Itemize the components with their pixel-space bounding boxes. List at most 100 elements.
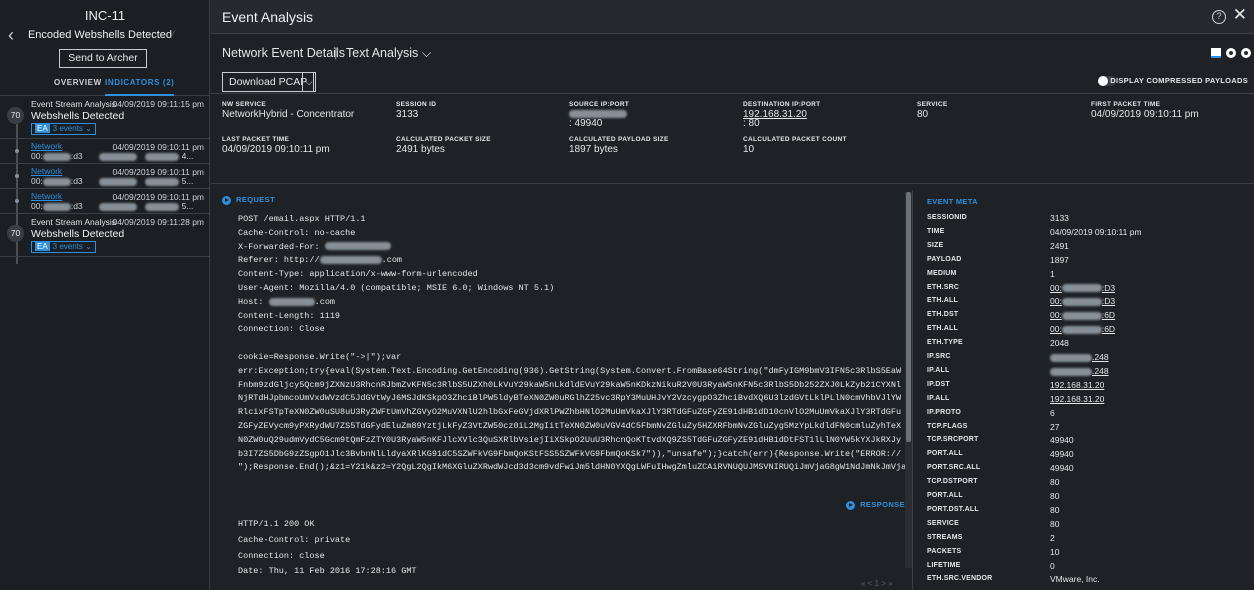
download-pcap-button[interactable]: Download PCAP	[222, 72, 315, 92]
meta-value[interactable]: 00::D3	[1050, 283, 1115, 293]
summary-destination: DESTINATION IP:PORT 192.168.31.20 : 80	[743, 101, 821, 129]
risk-score-badge: 70	[7, 107, 24, 124]
request-payload: POST /email.aspx HTTP/1.1 Cache-Control:…	[238, 213, 910, 475]
meta-row: STREAMS 2	[927, 532, 1247, 548]
network-event-details-link[interactable]: Network Event Details	[222, 46, 345, 60]
meta-row: ETH.TYPE 2048	[927, 338, 1247, 353]
network-detail: 00::d3 4...	[31, 151, 194, 161]
incident-title: INC-11	[84, 8, 126, 23]
meta-row: SESSIONID 3133	[927, 213, 1247, 228]
response-line: HTTP/1.1 200 OK	[238, 519, 315, 529]
meta-value: 10	[1050, 546, 1060, 557]
meta-row: MEDIUM 1	[927, 269, 1247, 284]
meta-key: ETH.ALL	[927, 325, 958, 333]
meta-value[interactable]: 00::6D	[1050, 324, 1115, 334]
network-event-item[interactable]: Network 04/09/2019 09:10:11 pm 00::d3 5.…	[0, 189, 210, 214]
meta-value: 80	[1050, 491, 1060, 501]
indicator-source: Event Stream Analysis	[31, 217, 117, 227]
request-body: err:Exception;try{eval(System.Text.Encod…	[238, 365, 902, 459]
request-line: User-Agent: Mozilla/4.0 (compatible; MSI…	[238, 282, 555, 293]
network-event-item[interactable]: Network 04/09/2019 09:10:11 pm 00::d3 4.…	[0, 139, 210, 164]
text-view-icon[interactable]	[1211, 48, 1221, 58]
meta-row: ETH.SRC 00::D3	[927, 283, 1247, 298]
meta-value[interactable]: 192.168.31.20	[1050, 380, 1104, 390]
request-line: Referer: http://.com	[238, 255, 403, 266]
tab-indicators[interactable]: INDICATORS (2)	[105, 78, 175, 96]
meta-row: PORT.ALL 80	[927, 491, 1247, 506]
tab-overview[interactable]: OVERVIEW	[54, 78, 102, 96]
meta-key: ETH.SRC	[927, 283, 960, 291]
response-payload: HTTP/1.1 200 OK Cache-Control: private C…	[238, 517, 417, 580]
meta-key: PACKETS	[927, 547, 962, 555]
help-icon[interactable]: ?	[1212, 10, 1226, 24]
close-icon[interactable]: ✕	[1233, 5, 1247, 25]
event-analysis-panel: Event Analysis ? ✕ Network Event Details…	[211, 0, 1254, 590]
meta-value: 80	[1050, 518, 1060, 529]
event-meta-pane: EVENT META SESSIONID 3133 TIME 04/09/2019 0…	[914, 190, 1254, 590]
meta-value: 2491	[1050, 240, 1069, 251]
download-options-caret[interactable]: ⌵	[302, 72, 316, 92]
payload-scrollbar[interactable]	[905, 192, 912, 568]
network-event-item[interactable]: Network 04/09/2019 09:10:11 pm 00::d3 5.…	[0, 164, 210, 189]
response-line: Date: Thu, 11 Feb 2016 17:28:16 GMT	[238, 566, 417, 577]
summary-session-id: SESSION ID 3133	[396, 101, 437, 120]
ea-tag: EA	[35, 242, 50, 251]
response-arrow-icon	[846, 500, 856, 510]
network-link[interactable]: Network	[31, 166, 62, 176]
meta-key: SERVICE	[927, 519, 960, 527]
meta-value[interactable]: 00::6D	[1050, 310, 1115, 320]
meta-key: IP.ALL	[927, 366, 950, 374]
meta-value[interactable]: 00::D3	[1050, 296, 1115, 306]
send-to-archer-button[interactable]: Send to Archer	[59, 49, 147, 68]
incident-header: ‹ INC-11 Encoded Webshells Detected ⁄ Se…	[0, 0, 209, 96]
meta-key: LIFETIME	[927, 561, 961, 569]
meta-key: TCP.DSTPORT	[927, 478, 978, 486]
meta-value[interactable]: .248	[1050, 352, 1109, 362]
network-link[interactable]: Network	[31, 191, 62, 201]
meta-row: IP.ALL .248	[927, 366, 1247, 381]
indicator-item[interactable]: 70 Event Stream Analysis 04/09/2019 09:1…	[0, 96, 210, 139]
scroll-thumb[interactable]	[906, 192, 911, 442]
edit-pencil-icon[interactable]: ⁄	[172, 29, 174, 41]
summary-first-packet: FIRST PACKET TIME 04/09/2019 09:10:11 pm	[1091, 101, 1199, 120]
request-view-icon[interactable]	[1226, 48, 1236, 58]
ea-tag: EA	[35, 124, 50, 133]
meta-key: IP.ALL	[927, 394, 950, 402]
events-dropdown-button[interactable]: EA 3 events ⌄	[31, 123, 96, 135]
meta-row: TCP.DSTPORT 80	[927, 477, 1247, 492]
compressed-payloads-label: DISPLAY COMPRESSED PAYLOADS	[1110, 76, 1248, 85]
meta-row: IP.DST 192.168.31.20	[927, 380, 1247, 395]
event-meta-heading: EVENT META	[927, 197, 978, 206]
meta-value[interactable]: .248	[1050, 366, 1109, 376]
summary-service: SERVICE 80	[917, 101, 948, 120]
text-analysis-pane[interactable]: REQUEST POST /email.aspx HTTP/1.1 Cache-…	[211, 190, 913, 590]
summary-source: SOURCE IP:PORT : 49940	[569, 101, 630, 129]
meta-value: 2	[1050, 532, 1055, 543]
request-line: Cache-Control: no-cache	[238, 227, 356, 238]
text-analysis-dropdown[interactable]: Text Analysis ⌵	[346, 46, 431, 61]
indicator-item[interactable]: 70 Event Stream Analysis 04/09/2019 09:1…	[0, 214, 210, 257]
response-view-icon[interactable]	[1241, 48, 1251, 58]
meta-row: PAYLOAD 1897	[927, 255, 1247, 270]
meta-value: 3133	[1050, 213, 1069, 223]
meta-row: PORT.DST.ALL 80	[927, 505, 1247, 520]
response-heading[interactable]: RESPONSE	[846, 500, 905, 510]
meta-value: 2048	[1050, 338, 1069, 349]
incident-name: Encoded Webshells Detected	[27, 29, 173, 41]
request-heading[interactable]: REQUEST	[222, 195, 275, 205]
network-link[interactable]: Network	[31, 141, 62, 151]
timeline-dot	[15, 149, 19, 153]
packet-pager[interactable]: « < 1 > »	[861, 579, 893, 588]
network-detail: 00::d3 5...	[31, 176, 194, 186]
response-line: Connection: close	[238, 550, 325, 561]
meta-key: IP.PROTO	[927, 408, 962, 416]
incident-tabs: OVERVIEW INDICATORS (2)	[0, 78, 210, 96]
meta-row: TCP.FLAGS 27	[927, 422, 1247, 437]
meta-value[interactable]: 192.168.31.20	[1050, 394, 1104, 404]
meta-value: 6	[1050, 407, 1055, 418]
meta-row: IP.SRC .248	[927, 352, 1247, 367]
events-dropdown-button[interactable]: EA 3 events ⌄	[31, 241, 96, 253]
meta-row: IP.ALL 192.168.31.20	[927, 394, 1247, 409]
indicator-time: 04/09/2019 09:11:28 pm	[112, 217, 204, 227]
meta-key: PORT.SRC.ALL	[927, 464, 981, 472]
